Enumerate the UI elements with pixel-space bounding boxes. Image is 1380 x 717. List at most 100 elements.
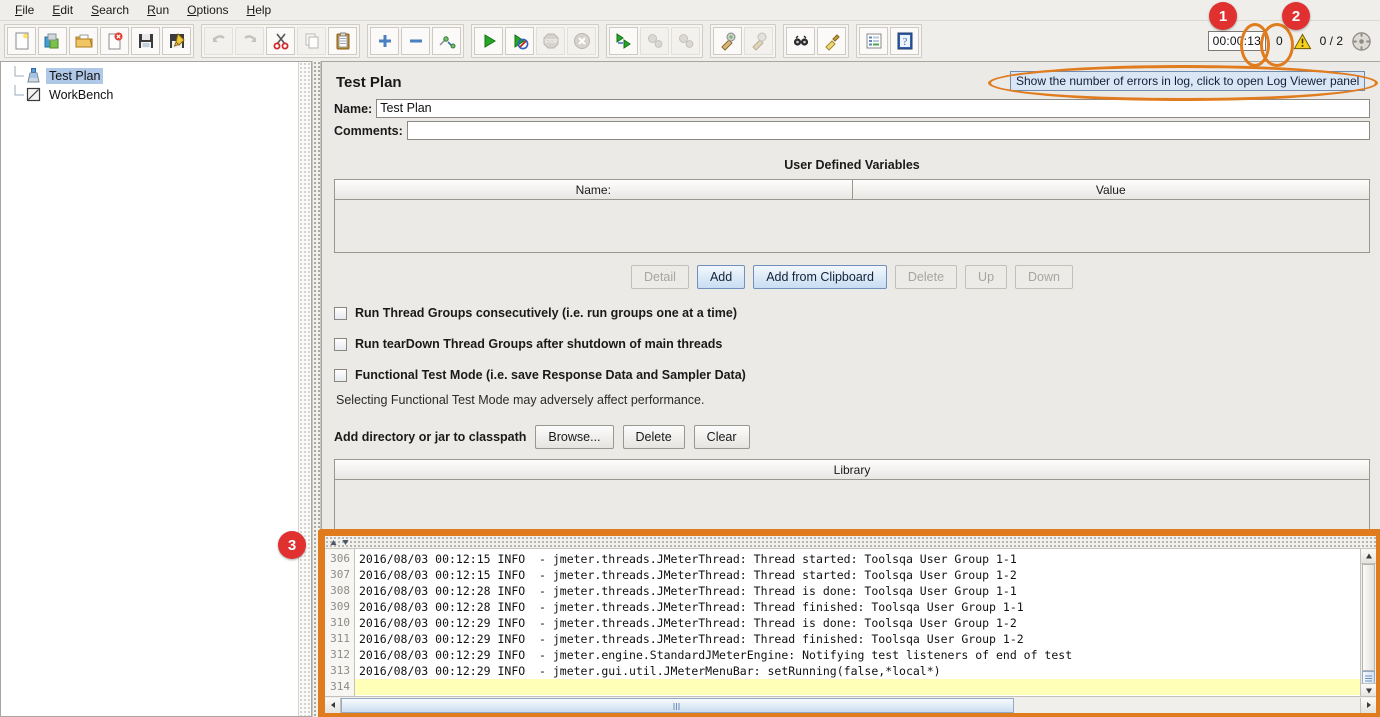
clear-classpath-button[interactable]: Clear [694, 425, 750, 449]
tree-elbow-icon [11, 85, 25, 104]
log-text-content[interactable]: 2016/08/03 00:12:15 INFO - jmeter.thread… [355, 549, 1360, 713]
udv-table[interactable]: Name: Value [334, 179, 1370, 253]
add-button[interactable]: Add [697, 265, 745, 289]
log-line-number: 310 [325, 615, 354, 631]
classpath-label: Add directory or jar to classpath [334, 430, 526, 444]
save-as-icon[interactable] [162, 27, 191, 55]
tree-item-label: Test Plan [46, 68, 103, 84]
toolbar-group-edit [201, 24, 360, 58]
tree-item-test-plan[interactable]: Test Plan [7, 66, 311, 85]
udv-section-title: User Defined Variables [334, 158, 1370, 172]
checkbox-row-teardown[interactable]: Run tearDown Thread Groups after shutdow… [334, 337, 1370, 351]
thread-gauge-icon[interactable] [1351, 31, 1372, 52]
log-line: 2016/08/03 00:12:28 INFO - jmeter.thread… [355, 583, 1360, 599]
jmeter-window: FFileile Edit Search Run Options Help [0, 0, 1380, 717]
log-line: 2016/08/03 00:12:15 INFO - jmeter.thread… [355, 551, 1360, 567]
redo-icon [235, 27, 264, 55]
svg-text:?: ? [902, 37, 907, 48]
scroll-right-arrow-icon[interactable] [1360, 698, 1376, 713]
remote-shutdown-all-icon [671, 27, 700, 55]
toolbar: STOP [0, 21, 1380, 62]
cut-icon[interactable] [266, 27, 295, 55]
editor-body: Test Plan Name: Comments: User Defined V… [322, 62, 1380, 541]
add-from-clipboard-button[interactable]: Add from Clipboard [753, 265, 887, 289]
name-input[interactable] [376, 99, 1370, 118]
tree-item-workbench[interactable]: WorkBench [7, 85, 311, 104]
functional-test-mode-checkbox[interactable] [334, 369, 347, 382]
udv-table-header: Name: Value [335, 180, 1369, 200]
menu-item-run[interactable]: Run [138, 1, 178, 19]
scroll-left-arrow-icon[interactable] [325, 698, 341, 713]
log-horizontal-scrollbar[interactable] [325, 696, 1376, 713]
run-teardown-checkbox[interactable] [334, 338, 347, 351]
annotation-badge-3: 3 [278, 531, 306, 559]
stop-icon: STOP [536, 27, 565, 55]
scroll-up-arrow-icon[interactable] [1361, 549, 1376, 564]
log-area: 306 307 308 309 310 311 312 313 314 2016… [325, 549, 1376, 713]
comments-input[interactable] [407, 121, 1370, 140]
toolbar-group-remote [606, 24, 703, 58]
remote-start-all-icon[interactable] [609, 27, 638, 55]
expand-all-icon[interactable] [370, 27, 399, 55]
log-line: 2016/08/03 00:12:15 INFO - jmeter.thread… [355, 567, 1360, 583]
udv-column-name: Name: [335, 180, 853, 200]
shutdown-icon [567, 27, 596, 55]
toolbar-group-clear [710, 24, 776, 58]
collapse-up-icon [329, 538, 338, 547]
log-vertical-scrollbar[interactable] [1360, 549, 1376, 713]
log-line-number: 313 [325, 663, 354, 679]
save-icon[interactable] [131, 27, 160, 55]
collapse-all-icon[interactable] [401, 27, 430, 55]
run-consecutively-checkbox[interactable] [334, 307, 347, 320]
log-panel-titlebar[interactable] [325, 536, 1376, 549]
menu-item-edit[interactable]: Edit [43, 1, 82, 19]
templates-icon[interactable] [38, 27, 67, 55]
log-hscroll-thumb[interactable] [341, 698, 1014, 713]
error-count[interactable]: 0 [1274, 34, 1285, 48]
toolbar-group-help: ? [856, 24, 922, 58]
library-column: Library [335, 460, 1369, 480]
library-table-body[interactable] [335, 480, 1369, 540]
checkbox-row-consecutive[interactable]: Run Thread Groups consecutively (i.e. ru… [334, 306, 1370, 320]
clear-icon[interactable] [713, 27, 742, 55]
start-icon[interactable] [474, 27, 503, 55]
functional-test-mode-label: Functional Test Mode (i.e. save Response… [355, 368, 746, 382]
move-down-button: Down [1015, 265, 1073, 289]
browse-button[interactable]: Browse... [535, 425, 613, 449]
log-line: 2016/08/03 00:12:29 INFO - jmeter.gui.ut… [355, 663, 1360, 679]
udv-table-body[interactable] [335, 200, 1369, 252]
log-line-number: 309 [325, 599, 354, 615]
log-scroll-track-upper[interactable] [1362, 564, 1375, 671]
menu-item-file[interactable]: FFileile [6, 1, 43, 19]
annotation-badge-1: 1 [1209, 2, 1237, 30]
close-document-icon[interactable] [100, 27, 129, 55]
search-reset-icon[interactable] [817, 27, 846, 55]
help-icon[interactable]: ? [890, 27, 919, 55]
open-folder-icon[interactable] [69, 27, 98, 55]
paste-icon[interactable] [328, 27, 357, 55]
search-icon[interactable] [786, 27, 815, 55]
annotation-badge-2: 2 [1282, 2, 1310, 30]
checkbox-row-functional[interactable]: Functional Test Mode (i.e. save Response… [334, 368, 1370, 382]
split-divider[interactable] [312, 61, 321, 717]
menu-item-options[interactable]: Options [178, 1, 237, 19]
functional-mode-note: Selecting Functional Test Mode may adver… [336, 393, 1370, 407]
log-line-number: 314 [325, 679, 354, 695]
log-hscroll-track[interactable] [341, 698, 1360, 713]
toggle-icon[interactable] [432, 27, 461, 55]
menu-item-search[interactable]: Search [82, 1, 138, 19]
menu-item-help[interactable]: Help [238, 1, 281, 19]
start-no-pauses-icon[interactable] [505, 27, 534, 55]
function-helper-icon[interactable] [859, 27, 888, 55]
delete-variable-button: Delete [895, 265, 957, 289]
warning-triangle-icon[interactable] [1293, 32, 1312, 51]
library-table[interactable]: Library [334, 459, 1370, 541]
delete-classpath-button[interactable]: Delete [623, 425, 685, 449]
tree-vertical-scrollbar[interactable] [298, 62, 311, 716]
log-line-number: 307 [325, 567, 354, 583]
new-document-icon[interactable] [7, 27, 36, 55]
log-line-number-gutter: 306 307 308 309 310 311 312 313 314 [325, 549, 355, 713]
tree-inner: Test Plan WorkBench [1, 62, 311, 104]
toolbar-group-search [783, 24, 849, 58]
detail-button: Detail [631, 265, 689, 289]
